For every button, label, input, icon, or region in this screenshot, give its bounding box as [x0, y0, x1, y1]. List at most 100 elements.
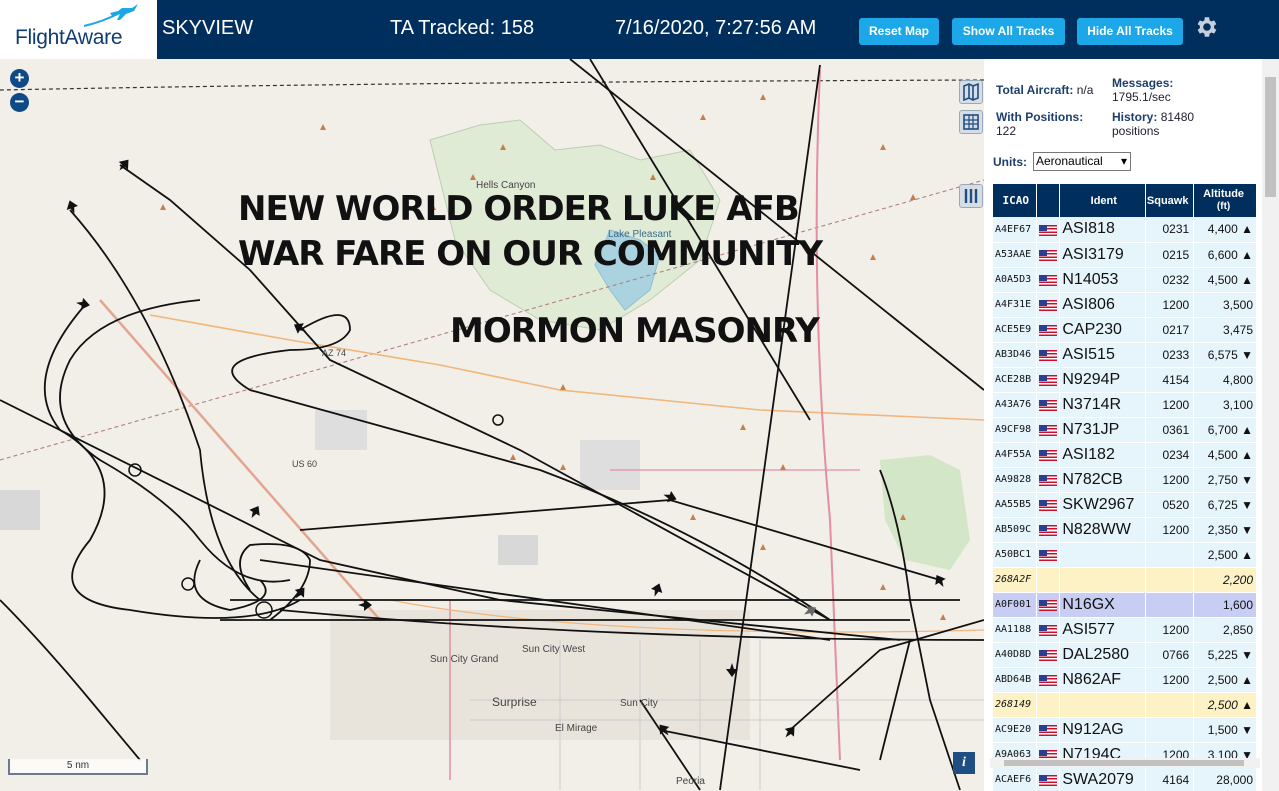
row-squawk	[1145, 592, 1195, 618]
row-flag	[1036, 242, 1061, 268]
row-altitude: 2,500 ▲	[1193, 542, 1257, 568]
table-row[interactable]: ACAEF6 SWA2079 4164 28,000	[993, 767, 1257, 791]
panel-scrollbar[interactable]	[1262, 59, 1279, 791]
row-flag	[1036, 592, 1061, 618]
col-icao-header[interactable]: ICAO	[993, 184, 1038, 217]
units-select[interactable]: Aeronautical	[1033, 152, 1131, 171]
table-row[interactable]: AA9828 N782CB 1200 2,750 ▼	[993, 467, 1257, 493]
table-row[interactable]: A53AAE ASI3179 0215 6,600 ▲	[993, 242, 1257, 268]
with-positions-value: 122	[996, 124, 1017, 138]
flightaware-logo[interactable]: FlightAware	[0, 0, 157, 59]
us-flag-icon	[1039, 525, 1058, 537]
table-row[interactable]: AA1188 ASI577 1200 2,850	[993, 617, 1257, 643]
show-all-tracks-button[interactable]: Show All Tracks	[952, 18, 1065, 45]
map-label-us60: US 60	[292, 459, 317, 469]
top-bar: FlightAware SKYVIEW TA Tracked: 158 7/16…	[0, 0, 1279, 59]
col-altitude-header[interactable]: Altitude (ft)	[1193, 184, 1257, 217]
map-icon	[963, 82, 979, 102]
us-flag-icon	[1039, 275, 1058, 287]
table-row[interactable]: 268A2F 2,200	[993, 567, 1257, 593]
table-row[interactable]: A9CF98 N731JP 0361 6,700 ▲	[993, 417, 1257, 443]
row-icao: ACE5E9	[993, 317, 1038, 343]
row-altitude: 1,500 ▼	[1193, 717, 1257, 743]
row-ident: ASI806	[1059, 292, 1147, 318]
row-icao: A0F001	[993, 592, 1038, 618]
us-flag-icon	[1039, 600, 1058, 612]
row-squawk: 4164	[1145, 767, 1195, 791]
row-ident	[1059, 542, 1147, 568]
table-row[interactable]: A50BC1 2,500 ▲	[993, 542, 1257, 568]
table-row[interactable]: ABD64B N862AF 1200 2,500 ▲	[993, 667, 1257, 693]
table-row[interactable]: A43A76 N3714R 1200 3,100	[993, 392, 1257, 418]
us-flag-icon	[1039, 375, 1058, 387]
info-button[interactable]: i	[953, 752, 975, 774]
table-row[interactable]: A4F55A ASI182 0234 4,500 ▲	[993, 442, 1257, 468]
row-flag	[1036, 267, 1061, 293]
column-toggle-button[interactable]	[959, 184, 983, 208]
row-squawk	[1145, 717, 1195, 743]
table-row[interactable]: A40D8D DAL2580 0766 5,225 ▼	[993, 642, 1257, 668]
table-row[interactable]: AA55B5 SKW2967 0520 6,725 ▼	[993, 492, 1257, 518]
table-row[interactable]: A4F31E ASI806 1200 3,500	[993, 292, 1257, 318]
tracked-count: TA Tracked: 158	[390, 17, 535, 39]
overlay-line-2: WAR FARE ON OUR COMMUNITY	[238, 234, 823, 274]
row-icao: AB3D46	[993, 342, 1038, 368]
map-scale: 5 nm	[8, 759, 148, 775]
zoom-in-button[interactable]: +	[10, 69, 29, 88]
row-altitude: 3,500	[1193, 292, 1257, 318]
messages-stat: Messages: 1795.1/sec	[1112, 76, 1173, 104]
us-flag-icon	[1039, 775, 1058, 787]
row-squawk: 1200	[1145, 392, 1195, 418]
row-squawk: 0215	[1145, 242, 1195, 268]
gear-icon[interactable]	[1193, 14, 1219, 40]
row-ident: ASI577	[1059, 617, 1147, 643]
map-label-sun-city: Sun City	[620, 698, 658, 709]
table-row[interactable]: A0A5D3 N14053 0232 4,500 ▲	[993, 267, 1257, 293]
table-row[interactable]: ACE28B N9294P 4154 4,800	[993, 367, 1257, 393]
row-flag	[1036, 442, 1061, 468]
grid-toggle-button[interactable]	[959, 110, 983, 134]
hscrollbar-thumb[interactable]	[1004, 760, 1244, 766]
row-ident: N862AF	[1059, 667, 1147, 693]
table-row[interactable]: AC9E20 N912AG 1,500 ▼	[993, 717, 1257, 743]
map-view[interactable]: Hells Canyon Lake Pleasant AZ 74 US 60 S…	[0, 59, 984, 791]
table-row[interactable]: AB3D46 ASI515 0233 6,575 ▼	[993, 342, 1257, 368]
row-squawk: 1200	[1145, 667, 1195, 693]
table-row[interactable]: ACE5E9 CAP230 0217 3,475	[993, 317, 1257, 343]
row-icao: A50BC1	[993, 542, 1038, 568]
total-aircraft-value: n/a	[1076, 83, 1094, 97]
row-flag	[1036, 292, 1061, 318]
zoom-out-button[interactable]: −	[10, 93, 29, 112]
app-title: SKYVIEW	[162, 17, 254, 39]
scrollbar-thumb[interactable]	[1265, 77, 1276, 197]
row-ident	[1059, 692, 1147, 718]
map-label-az74: AZ 74	[322, 348, 346, 358]
row-squawk: 0232	[1145, 267, 1195, 293]
us-flag-icon	[1039, 225, 1058, 237]
row-squawk: 1200	[1145, 517, 1195, 543]
table-row[interactable]: A0F001 N16GX 1,600	[993, 592, 1257, 618]
table-row[interactable]: AB509C N828WW 1200 2,350 ▼	[993, 517, 1257, 543]
table-row[interactable]: A4EF67 ASI818 0231 4,400 ▲	[993, 217, 1257, 243]
col-flag-header[interactable]	[1036, 184, 1061, 217]
altitude-header-unit: (ft)	[1216, 201, 1231, 212]
row-altitude: 2,350 ▼	[1193, 517, 1257, 543]
col-ident-header[interactable]: Ident	[1059, 184, 1147, 217]
row-altitude: 4,800	[1193, 367, 1257, 393]
col-squawk-header[interactable]: Squawk	[1145, 184, 1195, 217]
row-flag	[1036, 667, 1061, 693]
row-icao: AC9E20	[993, 717, 1038, 743]
hide-all-tracks-button[interactable]: Hide All Tracks	[1077, 18, 1183, 45]
row-squawk: 1200	[1145, 467, 1195, 493]
us-flag-icon	[1039, 250, 1058, 262]
row-squawk: 0217	[1145, 317, 1195, 343]
us-flag-icon	[1039, 425, 1058, 437]
messages-label: Messages:	[1112, 76, 1174, 90]
table-row[interactable]: 268149 2,500 ▲	[993, 692, 1257, 718]
map-layer-button[interactable]	[959, 80, 983, 104]
row-squawk: 1200	[1145, 617, 1195, 643]
row-icao: AA9828	[993, 467, 1038, 493]
row-icao: A9CF98	[993, 417, 1038, 443]
table-horizontal-scrollbar[interactable]	[990, 758, 1260, 768]
reset-map-button[interactable]: Reset Map	[859, 18, 939, 45]
